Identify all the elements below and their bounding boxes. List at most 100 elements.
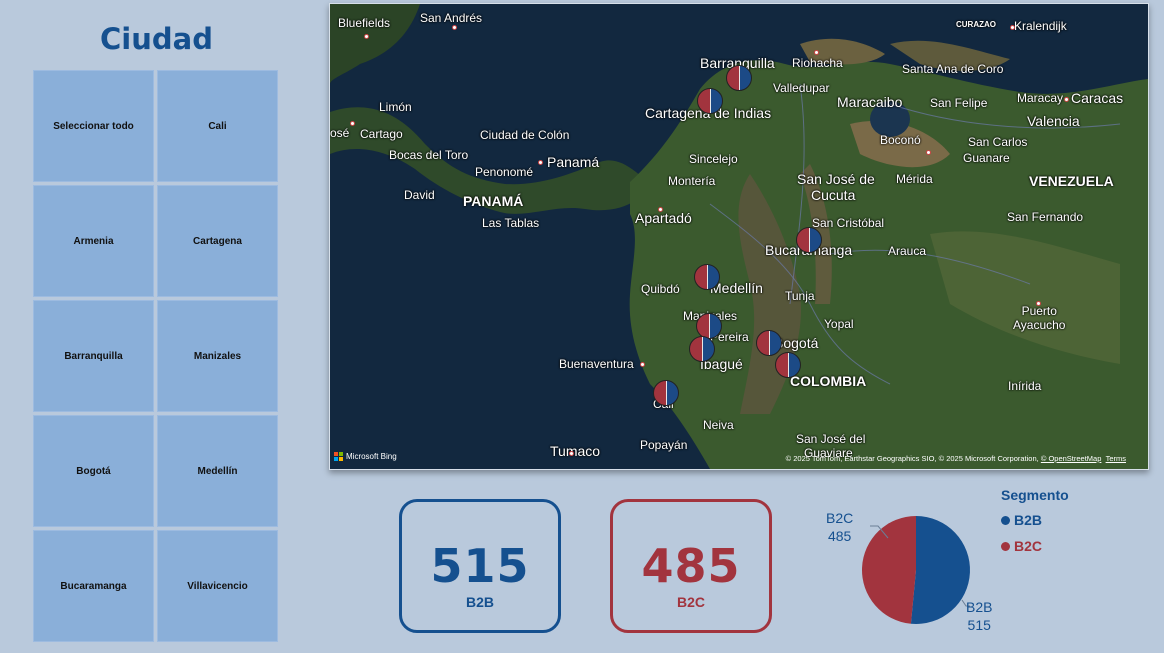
kpi-b2c-label: B2C bbox=[676, 594, 705, 610]
map-city-dot bbox=[452, 25, 457, 30]
map-label-venezuela: VENEZUELA bbox=[1029, 173, 1114, 189]
segment-pie-chart[interactable] bbox=[846, 500, 986, 640]
map-label-bocono: Boconó bbox=[880, 133, 921, 147]
map-label-guanare: Guanare bbox=[963, 151, 1010, 165]
osm-link[interactable]: © OpenStreetMap bbox=[1041, 454, 1102, 463]
map-city-dot bbox=[926, 150, 931, 155]
pie-label-b2b-name: B2B bbox=[966, 599, 993, 615]
slicer-item-medellin[interactable]: Medellín bbox=[157, 415, 278, 527]
map-label-san-jose-cucuta: San José de bbox=[797, 171, 875, 187]
terms-link[interactable]: Terms bbox=[1106, 454, 1126, 463]
map-label-santa-ana: Santa Ana de Coro bbox=[902, 62, 1004, 76]
map-city-dot bbox=[1010, 25, 1015, 30]
map-city-dot bbox=[1036, 301, 1041, 306]
slicer-item-bogota[interactable]: Bogotá bbox=[33, 415, 154, 527]
map-city-dot bbox=[364, 34, 369, 39]
pie-label-b2c-value: 485 bbox=[827, 528, 852, 544]
map-label-colombia: COLOMBIA bbox=[790, 373, 867, 389]
slicer-item-villavicencio[interactable]: Villavicencio bbox=[157, 530, 278, 642]
map-label-maracaibo: Maracaibo bbox=[837, 94, 903, 110]
map-label-cucuta: Cucuta bbox=[811, 187, 856, 203]
legend-label-b2c: B2C bbox=[1014, 538, 1043, 554]
map-label-neiva: Neiva bbox=[703, 418, 734, 432]
kpi-card-b2c[interactable]: 485 B2C bbox=[610, 499, 772, 633]
microsoft-logo-icon bbox=[334, 452, 343, 461]
map-label-san-felipe: San Felipe bbox=[930, 96, 988, 110]
legend-title: Segmento bbox=[1001, 487, 1069, 503]
copyright-text: © 2025 TomTom, Earthstar Geographics SIO… bbox=[785, 454, 1039, 463]
bing-logo: Microsoft Bing bbox=[334, 452, 397, 461]
map-label-sincelejo: Sincelejo bbox=[689, 152, 738, 166]
map-pie-cali[interactable] bbox=[653, 380, 679, 406]
pie-label-b2c-name: B2C bbox=[826, 510, 854, 526]
map-pie-barranquilla[interactable] bbox=[726, 65, 752, 91]
kpi-card-b2b[interactable]: 515 B2B bbox=[399, 499, 561, 633]
pie-slice-b2b[interactable] bbox=[910, 516, 971, 624]
slicer-item-select-all[interactable]: Seleccionar todo bbox=[33, 70, 154, 182]
slicer-item-cali[interactable]: Cali bbox=[157, 70, 278, 182]
map-label-monteria: Montería bbox=[668, 174, 716, 188]
map-pie-villavicencio[interactable] bbox=[775, 352, 801, 378]
map-label-cartago: Cartago bbox=[360, 127, 403, 141]
map-label-bluefields: Bluefields bbox=[338, 16, 391, 30]
map-label-san-fernando: San Fernando bbox=[1007, 210, 1084, 224]
map-city-dot bbox=[350, 121, 355, 126]
legend-item-b2b[interactable]: B2B bbox=[1001, 512, 1069, 528]
pie-legend: Segmento B2B B2C bbox=[1001, 487, 1069, 554]
map-city-dot bbox=[538, 160, 543, 165]
slicer-item-cartagena[interactable]: Cartagena bbox=[157, 185, 278, 297]
map-label-popayan: Popayán bbox=[640, 438, 688, 452]
city-slicer: Seleccionar todo Cali Armenia Cartagena … bbox=[33, 70, 280, 642]
pie-label-b2b: B2B 515 bbox=[966, 598, 992, 634]
map-label-david: David bbox=[404, 188, 435, 202]
map-label-bocas-del-toro: Bocas del Toro bbox=[389, 148, 469, 162]
slicer-item-barranquilla[interactable]: Barranquilla bbox=[33, 300, 154, 412]
slicer-item-bucaramanga[interactable]: Bucaramanga bbox=[33, 530, 154, 642]
kpi-b2c-value: 485 bbox=[641, 539, 741, 593]
legend-swatch-b2b bbox=[1001, 515, 1010, 525]
legend-label-b2b: B2B bbox=[1014, 512, 1043, 528]
map-label-san-carlos: San Carlos bbox=[968, 135, 1028, 149]
map-label-panama: Panamá bbox=[547, 154, 600, 170]
map-label-panama-country: PANAMÁ bbox=[463, 193, 524, 209]
map-label-tumaco: Tumaco bbox=[550, 443, 601, 459]
map-label-maracay: Maracay bbox=[1017, 91, 1064, 105]
slicer-item-manizales[interactable]: Manizales bbox=[157, 300, 278, 412]
map-label-inirida: Inírida bbox=[1008, 379, 1042, 393]
map-label-penonome: Penonomé bbox=[475, 165, 534, 179]
map-label-tunja: Tunja bbox=[785, 289, 815, 303]
map-label-jose: osé bbox=[330, 126, 350, 140]
map-city-dot bbox=[814, 50, 819, 55]
map-label-quibdo: Quibdó bbox=[641, 282, 680, 296]
map-label-las-tablas: Las Tablas bbox=[482, 216, 540, 230]
legend-item-b2c[interactable]: B2C bbox=[1001, 538, 1069, 554]
map-label-limon: Limón bbox=[379, 100, 412, 114]
pie-label-b2c: B2C 485 bbox=[826, 509, 853, 545]
map-label-kralendijk: Kralendijk bbox=[1014, 19, 1067, 33]
kpi-b2b-value: 515 bbox=[430, 539, 530, 593]
legend-swatch-b2c bbox=[1001, 541, 1010, 551]
map-city-dot bbox=[569, 451, 574, 456]
map-visual[interactable]: Bluefields San Andrés CURAZAO Kralendijk… bbox=[329, 3, 1149, 470]
map-label-ciudad-colon: Ciudad de Colón bbox=[480, 128, 570, 142]
map-label-riohacha: Riohacha bbox=[792, 56, 843, 70]
map-label-buenaventura: Buenaventura bbox=[559, 357, 634, 371]
map-pie-bucaramanga[interactable] bbox=[796, 227, 822, 253]
map-label-valledupar: Valledupar bbox=[773, 81, 830, 95]
kpi-b2b-label: B2B bbox=[465, 594, 494, 610]
map-pie-cartagena[interactable] bbox=[697, 88, 723, 114]
map-pie-medellin[interactable] bbox=[694, 264, 720, 290]
pie-label-b2b-value: 515 bbox=[967, 617, 991, 633]
slicer-item-armenia[interactable]: Armenia bbox=[33, 185, 154, 297]
map-label-merida: Mérida bbox=[896, 172, 933, 186]
map-city-dot bbox=[658, 207, 663, 212]
map-label-curazao: CURAZAO bbox=[956, 20, 996, 29]
map-pie-pereira[interactable] bbox=[689, 336, 715, 362]
map-label-yopal: Yopal bbox=[824, 317, 854, 331]
pie-slice-b2c[interactable] bbox=[862, 516, 916, 624]
map-label-puerto-ayacucho: Puerto Ayacucho bbox=[1013, 304, 1066, 332]
map-label-arauca: Arauca bbox=[888, 244, 927, 258]
slicer-title: Ciudad bbox=[100, 22, 213, 56]
map-pie-bogota[interactable] bbox=[756, 330, 782, 356]
map-city-dot bbox=[640, 362, 645, 367]
